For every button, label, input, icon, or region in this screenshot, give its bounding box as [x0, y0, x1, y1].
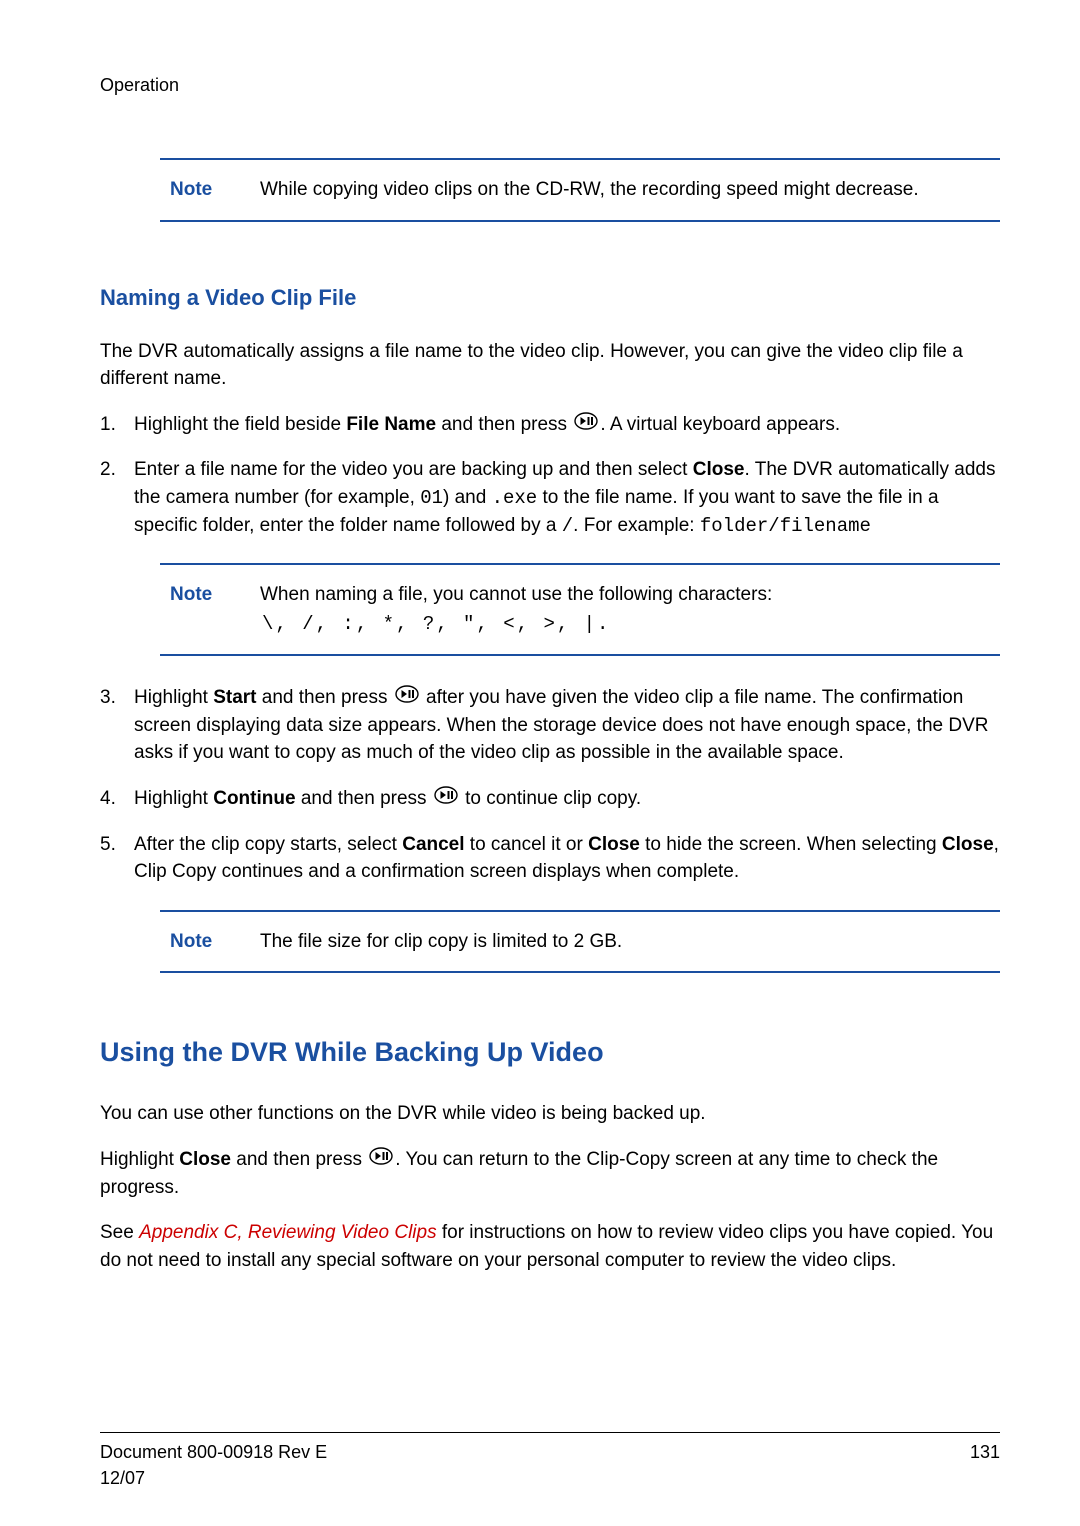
text-bold: Cancel: [402, 834, 464, 855]
note-chars: \, /, :, *, ?, ", <, >, |.: [262, 611, 990, 639]
step-number: 3.: [100, 684, 134, 767]
step-number: 2.: [100, 456, 134, 541]
note-text: The file size for clip copy is limited t…: [260, 928, 990, 956]
text: After the clip copy starts, select: [134, 834, 402, 855]
heading-using-dvr: Using the DVR While Backing Up Video: [100, 1033, 1000, 1072]
page-footer: Document 800-00918 Rev E 12/07 131: [100, 1432, 1000, 1491]
text-bold: Close: [179, 1149, 231, 1170]
text: Highlight: [134, 687, 213, 708]
note-text: When naming a file, you cannot use the f…: [260, 581, 990, 638]
text: to hide the screen. When selecting: [640, 834, 942, 855]
text-bold: Close: [693, 459, 745, 480]
text: . A virtual keyboard appears.: [600, 414, 840, 435]
note-label: Note: [170, 176, 260, 204]
text: Highlight: [134, 788, 213, 809]
text: See: [100, 1222, 139, 1243]
step-number: 5.: [100, 831, 134, 886]
text-bold: File Name: [346, 414, 436, 435]
text: and then press: [257, 687, 393, 708]
footer-date: 12/07: [100, 1465, 327, 1491]
text: and then press: [296, 788, 432, 809]
text: and then press: [436, 414, 572, 435]
intro-paragraph: The DVR automatically assigns a file nam…: [100, 338, 1000, 393]
note-block-2: Note When naming a file, you cannot use …: [160, 563, 1000, 656]
note-label: Note: [170, 928, 260, 956]
text-mono: /: [562, 515, 573, 537]
text-mono: folder/filename: [700, 515, 871, 537]
play-pause-icon: [434, 785, 458, 813]
paragraph: Highlight Close and then press . You can…: [100, 1146, 1000, 1201]
text-mono: 01: [420, 487, 443, 509]
step-1: 1. Highlight the field beside File Name …: [100, 411, 1000, 439]
heading-naming-clip: Naming a Video Clip File: [100, 282, 1000, 314]
text: . For example:: [573, 515, 700, 536]
step-4: 4. Highlight Continue and then press to …: [100, 785, 1000, 813]
text-bold: Continue: [213, 788, 295, 809]
play-pause-icon: [574, 411, 598, 439]
page-number: 131: [970, 1439, 1000, 1491]
footer-doc: Document 800-00918 Rev E: [100, 1439, 327, 1465]
paragraph: See Appendix C, Reviewing Video Clips fo…: [100, 1219, 1000, 1274]
text: to continue clip copy.: [460, 788, 641, 809]
note-block-1: Note While copying video clips on the CD…: [160, 158, 1000, 222]
text-bold: Close: [942, 834, 994, 855]
text: ) and: [443, 487, 492, 508]
text: Highlight: [100, 1149, 179, 1170]
step-5: 5. After the clip copy starts, select Ca…: [100, 831, 1000, 886]
note-block-3: Note The file size for clip copy is limi…: [160, 910, 1000, 974]
note-label: Note: [170, 581, 260, 609]
text: Highlight the field beside: [134, 414, 346, 435]
text: to cancel it or: [465, 834, 589, 855]
text-bold: Close: [588, 834, 640, 855]
note-line1: When naming a file, you cannot use the f…: [260, 581, 990, 609]
step-2: 2. Enter a file name for the video you a…: [100, 456, 1000, 541]
step-number: 4.: [100, 785, 134, 813]
paragraph: You can use other functions on the DVR w…: [100, 1100, 1000, 1128]
note-text: While copying video clips on the CD-RW, …: [260, 176, 990, 204]
section-header: Operation: [100, 72, 1000, 98]
play-pause-icon: [395, 684, 419, 712]
text: Enter a file name for the video you are …: [134, 459, 693, 480]
step-3: 3. Highlight Start and then press after …: [100, 684, 1000, 767]
step-number: 1.: [100, 411, 134, 439]
text-bold: Start: [213, 687, 256, 708]
text: and then press: [231, 1149, 367, 1170]
text-mono: .exe: [492, 487, 538, 509]
play-pause-icon: [369, 1146, 393, 1174]
cross-reference-link[interactable]: Appendix C, Reviewing Video Clips: [139, 1222, 436, 1243]
